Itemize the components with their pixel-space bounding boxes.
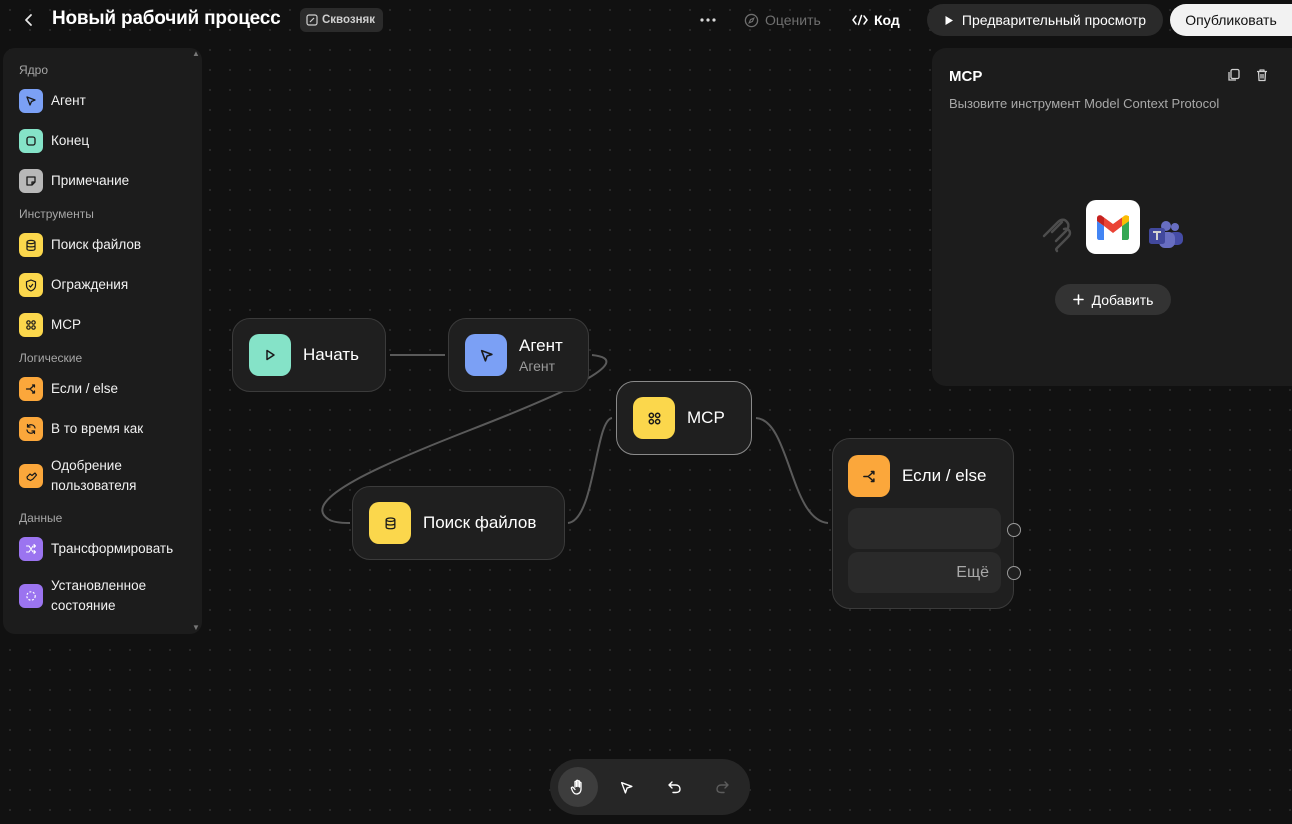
node-title: MCP — [687, 408, 725, 427]
plus-icon — [1072, 294, 1084, 305]
mcp-icon — [633, 397, 675, 439]
cursor-icon — [620, 781, 633, 794]
node-mcp[interactable]: MCP — [616, 381, 752, 455]
delete-button[interactable] — [1252, 65, 1272, 85]
node-title: Агент — [519, 336, 563, 355]
add-label: Добавить — [1091, 291, 1154, 308]
trash-icon — [1257, 69, 1267, 82]
mcp-logo-icon — [1042, 218, 1072, 253]
edge-file-search-mcp — [567, 417, 613, 524]
if-output-handle[interactable] — [1007, 523, 1021, 537]
redo-button[interactable] — [702, 767, 742, 807]
condition-else-slot[interactable]: Ещё — [848, 552, 1001, 593]
edge-mcp-if-else — [755, 417, 829, 524]
node-title: Поиск файлов — [423, 513, 537, 532]
panel-title: MCP — [949, 68, 983, 85]
database-icon — [369, 502, 411, 544]
node-title: Начать — [303, 345, 359, 364]
node-header: Если / else — [848, 455, 986, 497]
node-text: Агент Агент — [519, 336, 563, 374]
duplicate-button[interactable] — [1224, 65, 1244, 85]
add-connector-button[interactable]: Добавить — [1055, 284, 1171, 315]
node-agent[interactable]: Агент Агент — [448, 318, 589, 392]
hand-icon — [570, 779, 582, 795]
undo-icon — [667, 781, 681, 794]
node-title: Если / else — [902, 466, 987, 485]
pan-tool-button[interactable] — [558, 767, 598, 807]
panel-description: Вызовите инструмент Model Context Protoc… — [949, 96, 1220, 111]
connector-logos — [1030, 196, 1200, 260]
copy-icon — [1228, 68, 1240, 81]
gmail-logo-icon — [1086, 200, 1140, 254]
branch-icon — [848, 455, 890, 497]
canvas-toolbar — [550, 759, 750, 815]
teams-logo-icon — [1149, 221, 1183, 248]
select-tool-button[interactable] — [606, 767, 646, 807]
undo-button[interactable] — [654, 767, 694, 807]
play-icon — [249, 334, 291, 376]
node-subtitle: Агент — [519, 358, 556, 374]
redo-icon — [715, 781, 729, 794]
condition-if-slot[interactable] — [848, 508, 1001, 549]
mcp-properties-panel: MCP Вызовите инструмент Model Context Pr… — [932, 48, 1292, 386]
node-start[interactable]: Начать — [232, 318, 386, 392]
node-file-search[interactable]: Поиск файлов — [352, 486, 565, 560]
cursor-icon — [465, 334, 507, 376]
node-if-else[interactable]: Если / else Ещё — [832, 438, 1021, 609]
else-output-handle[interactable] — [1007, 566, 1021, 580]
